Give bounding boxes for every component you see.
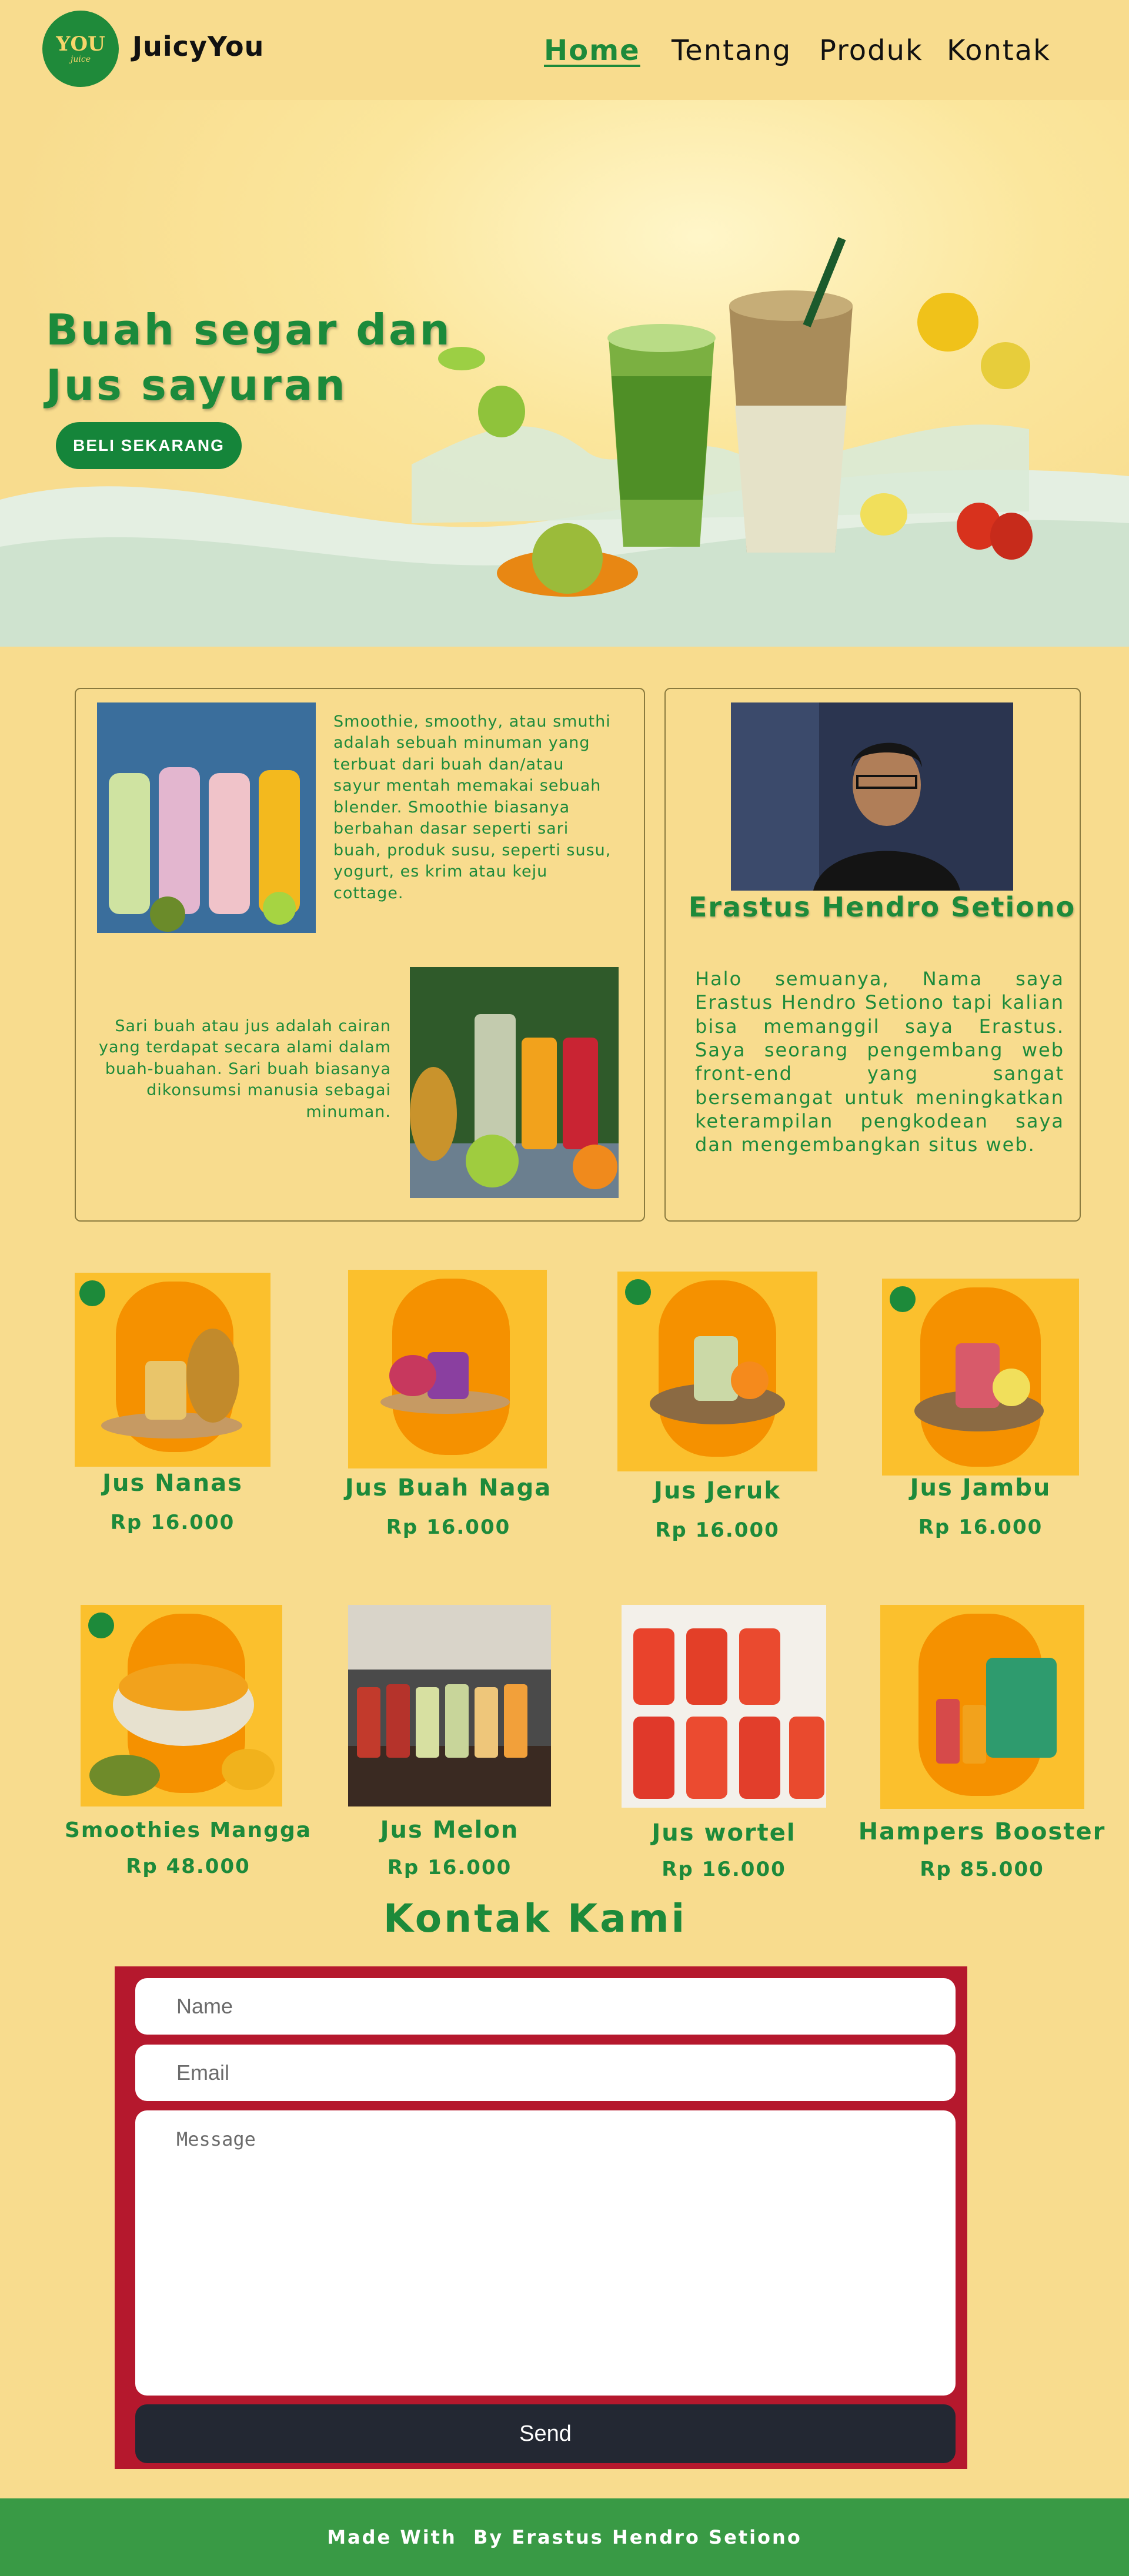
buy-now-button[interactable]: BELI SEKARANG xyxy=(56,422,242,469)
brand-name[interactable]: JuicyYou xyxy=(132,31,264,62)
product-price: Rp 16.000 xyxy=(918,1516,1043,1539)
profile-bio: Halo semuanya, Nama saya Erastus Hendro … xyxy=(695,968,1064,1156)
message-input[interactable] xyxy=(135,2110,956,2396)
product-price: Rp 16.000 xyxy=(110,1511,235,1534)
product-price: Rp 16.000 xyxy=(386,1516,511,1539)
product-name: Jus Jeruk xyxy=(654,1477,781,1504)
product-image-jus-nanas[interactable] xyxy=(75,1273,270,1467)
hero-title-line2: Jus sayuran xyxy=(46,360,348,410)
nav-kontak[interactable]: Kontak xyxy=(947,34,1051,67)
product-image-smoothies-mangga[interactable] xyxy=(81,1605,282,1806)
product-name: Hampers Booster xyxy=(858,1818,1106,1845)
logo-sub: juice xyxy=(71,55,91,64)
product-name: Jus Melon xyxy=(380,1816,519,1844)
footer: Made With By Erastus Hendro Setiono xyxy=(0,2498,1129,2576)
product-price: Rp 16.000 xyxy=(655,1518,780,1542)
logo-text: YOU xyxy=(56,32,105,56)
email-input[interactable] xyxy=(135,2045,956,2101)
product-image-hampers-booster[interactable] xyxy=(880,1605,1084,1809)
juice-image xyxy=(410,967,619,1198)
product-price: Rp 85.000 xyxy=(920,1858,1044,1881)
nav-home[interactable]: Home xyxy=(544,34,640,67)
product-image-jus-wortel[interactable] xyxy=(622,1605,826,1808)
smoothie-description: Smoothie, smoothy, atau smuthi adalah se… xyxy=(333,712,612,902)
smoothie-image xyxy=(97,702,316,933)
product-price: Rp 16.000 xyxy=(662,1858,786,1881)
contact-form: Send xyxy=(115,1966,967,2469)
product-name: Jus Buah Naga xyxy=(345,1474,552,1501)
profile-photo xyxy=(731,702,1013,891)
nav-tentang[interactable]: Tentang xyxy=(672,34,791,67)
navbar: YOU juice JuicyYou Home Tentang Produk K… xyxy=(0,0,1129,100)
footer-text: Made With By Erastus Hendro Setiono xyxy=(327,2526,802,2548)
logo[interactable]: YOU juice xyxy=(42,11,119,87)
hero-title-line1: Buah segar dan xyxy=(46,305,452,354)
profile-name: Erastus Hendro Setiono xyxy=(688,891,1076,923)
product-image-jus-melon[interactable] xyxy=(348,1605,551,1806)
product-image-jus-jeruk[interactable] xyxy=(617,1272,817,1471)
product-name: Jus wortel xyxy=(652,1819,796,1846)
hero-section: Buah segar dan Jus sayuran BELI SEKARANG xyxy=(0,100,1129,647)
nav-produk[interactable]: Produk xyxy=(819,34,923,67)
product-name: Jus Jambu xyxy=(910,1474,1051,1501)
contact-title: Kontak Kami xyxy=(383,1896,687,1941)
product-image-jus-buah-naga[interactable] xyxy=(348,1270,547,1468)
product-price: Rp 16.000 xyxy=(387,1856,512,1879)
send-button[interactable]: Send xyxy=(135,2404,956,2463)
product-name: Jus Nanas xyxy=(102,1470,243,1497)
product-image-jus-jambu[interactable] xyxy=(882,1279,1079,1476)
product-name: Smoothies Mangga xyxy=(64,1818,312,1842)
hero-title: Buah segar dan Jus sayuran xyxy=(46,303,452,413)
juice-description: Sari buah atau jus adalah cairan yang te… xyxy=(98,1017,391,1121)
name-input[interactable] xyxy=(135,1978,956,2035)
product-price: Rp 48.000 xyxy=(126,1855,250,1878)
